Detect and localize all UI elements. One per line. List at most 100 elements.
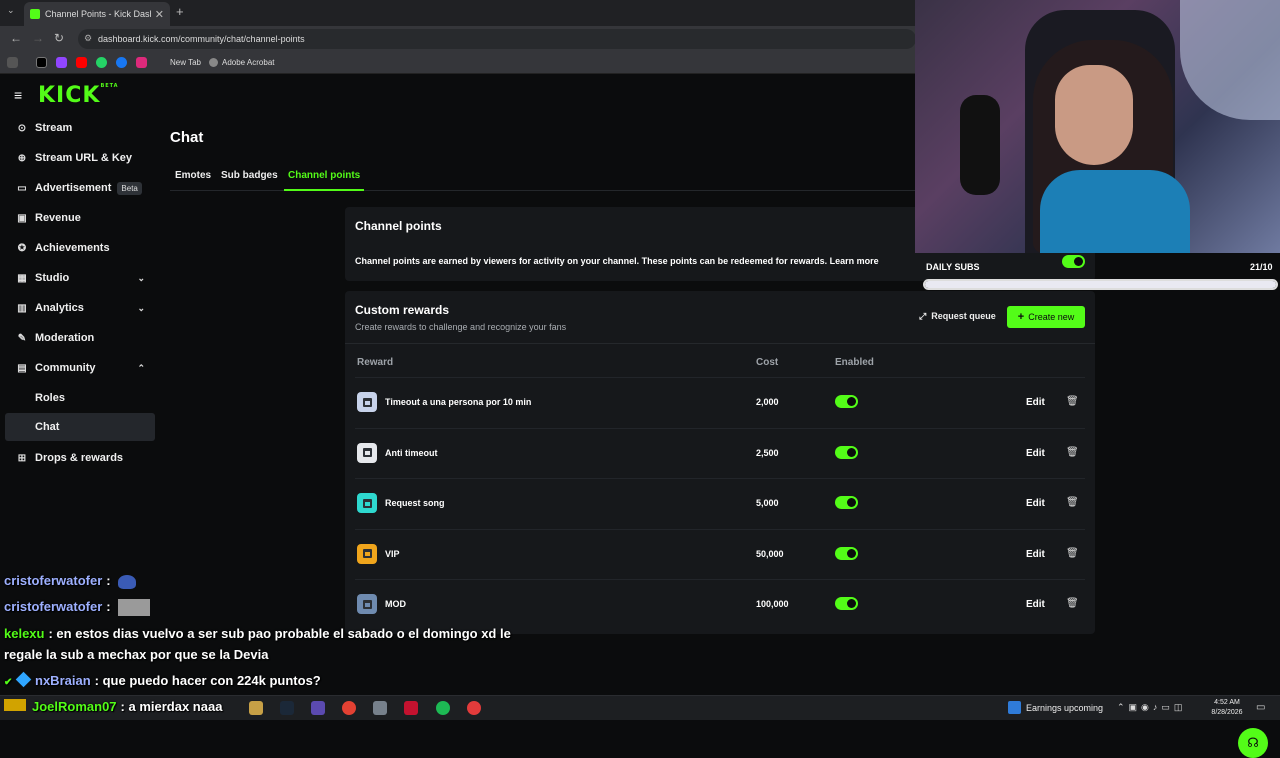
sidebar-item-drops-rewards[interactable]: ⊞ Drops & rewards [5,444,155,472]
chat-message: kelexu: en estos dias vuelvo a ser sub p… [4,626,511,641]
menu-icon[interactable]: ≡ [14,87,22,103]
sidebar-item-label: Revenue [35,212,81,224]
bookmark-adobe-acrobat[interactable]: Adobe Acrobat [222,58,274,67]
tab-channel-points[interactable]: Channel points [288,170,360,181]
support-chat-button[interactable]: ☊ [1238,728,1268,758]
sidebar-item-moderation[interactable]: ✎ Moderation [5,324,155,352]
trash-icon[interactable]: 🗑 [1066,497,1079,508]
sidebar-item-stream-url-key[interactable]: ⊕ Stream URL & Key [5,144,155,172]
bookmark-new-tab[interactable]: New Tab [170,58,201,67]
reward-name: Request song [385,498,445,508]
sidebar-item-chat[interactable]: Chat [5,413,155,441]
sidebar-item-revenue[interactable]: ▣ Revenue [5,204,155,232]
sidebar-item-achievements[interactable]: ✪ Achievements [5,234,155,262]
chat-message: JoelRoman07: a mierdax naaa [4,699,222,714]
custom-rewards-subtitle: Create rewards to challenge and recogniz… [355,322,567,332]
close-tab-icon[interactable]: ✕ [155,8,164,21]
wrench-icon: ✎ [17,332,27,344]
sidebar-item-label: Advertisement [35,182,112,194]
request-queue-button[interactable]: ⤢ Request queue [913,305,1002,327]
trash-icon[interactable]: 🗑 [1066,598,1079,609]
apps-icon[interactable] [7,57,18,68]
reward-enabled-toggle[interactable] [835,496,858,509]
reward-name: Anti timeout [385,447,438,458]
facebook-bookmark-icon[interactable] [116,57,127,68]
edit-button[interactable]: Edit [1026,448,1045,459]
chat-message: ✔ nxBraian: que puedo hacer con 224k pun… [4,671,321,688]
daily-subs-toggle [1062,255,1085,268]
tab-emotes[interactable]: Emotes [175,170,211,181]
reward-enabled-toggle[interactable] [835,395,858,408]
whatsapp-bookmark-icon[interactable] [96,57,107,68]
edit-button[interactable]: Edit [1026,599,1045,610]
reward-enabled-toggle[interactable] [835,445,858,459]
headset-icon: ☊ [1247,735,1259,750]
twitch-bookmark-icon[interactable] [56,57,67,68]
sidebar-item-advertisement[interactable]: ▭ Advertisement Beta [5,174,155,202]
youtube-bookmark-icon[interactable] [76,57,87,68]
new-tab-button[interactable]: + [176,4,184,19]
channel-points-description: Channel points are earned by viewers for… [355,256,879,266]
file-explorer-icon[interactable] [249,701,263,715]
system-tray-icons[interactable]: ⌃▣◉♪▭◫ [1117,702,1186,713]
reload-icon[interactable]: ↻ [54,31,64,45]
obs-icon[interactable] [467,701,481,715]
instagram-bookmark-icon[interactable] [136,57,147,68]
sidebar-item-roles[interactable]: Roles [5,384,155,412]
custom-rewards-title: Custom rewards [355,303,450,317]
tab-sub-badges[interactable]: Sub badges [221,170,278,181]
chat-message-continued: regale la sub a mechax por que se la Dev… [4,647,268,662]
reward-enabled-toggle[interactable] [835,546,858,560]
news-widget-text[interactable]: Earnings upcoming [1026,703,1103,713]
x-bookmark-icon[interactable] [36,57,47,68]
notification-icon[interactable]: ▭ [1256,702,1265,713]
discord-icon[interactable] [311,701,325,715]
app-icon[interactable] [404,701,418,715]
edit-button[interactable]: Edit [1026,397,1045,408]
url-text: dashboard.kick.com/community/chat/channe… [98,34,305,44]
clock-date: 8/28/2026 [1211,709,1243,716]
emote-image-icon [118,599,151,617]
edit-button[interactable]: Edit [1026,498,1045,509]
browser-tab[interactable]: Channel Points - Kick Dashboard ✕ [24,2,170,26]
edit-button[interactable]: Edit [1026,549,1045,560]
sidebar-item-analytics[interactable]: ▥ Analytics ⌄ [5,294,155,322]
sidebar-item-community[interactable]: ▤ Community ⌃ [5,354,155,382]
sidebar-item-stream[interactable]: ⊙ Stream [5,114,155,142]
reward-cost: 2,000 [756,397,779,407]
steam-icon[interactable] [280,701,294,715]
column-header-cost: Cost [756,357,779,368]
kick-logo[interactable]: KICKBETA [38,83,119,108]
column-header-reward: Reward [357,357,394,368]
back-arrow-icon[interactable]: ← [10,31,22,45]
url-field[interactable]: ⚙ dashboard.kick.com/community/chat/chan… [78,29,916,49]
broadcast-icon: ⊙ [17,122,27,134]
verified-badge-icon: ✔ [4,677,13,688]
tab-search-icon[interactable]: ⌄ [7,5,15,16]
sidebar-item-label: Achievements [35,242,110,254]
forward-arrow-icon[interactable]: → [32,31,44,45]
header-divider [345,343,1095,344]
reward-name: MOD [385,599,406,609]
request-queue-label: Request queue [931,311,996,321]
chat-text: : a mierdax naaa [120,699,223,714]
site-info-icon[interactable]: ⚙ [84,33,92,44]
trash-icon[interactable]: 🗑 [1066,548,1079,559]
reward-row: VIP 50,000 Edit 🗑 [355,528,1085,579]
spotify-icon[interactable] [436,701,450,715]
app-icon[interactable] [373,701,387,715]
chrome-icon[interactable] [342,701,356,715]
trash-icon[interactable]: 🗑 [1066,447,1079,458]
chat-text: regale la sub a mechax por que se la Dev… [4,647,269,662]
reward-cost: 2,500 [756,447,779,458]
reward-box-icon [357,493,377,513]
news-widget-icon[interactable] [1008,701,1021,714]
reward-enabled-toggle[interactable] [835,597,858,610]
reward-box-icon [357,392,377,412]
trash-icon[interactable]: 🗑 [1066,396,1079,407]
reward-row: Anti timeout 2,500 Edit 🗑 [355,427,1085,478]
clock[interactable]: 4:52 AM 8/28/2026 [1207,698,1247,718]
create-new-button[interactable]: + Create new [1007,306,1085,328]
chevron-down-icon: ⌄ [137,302,145,313]
sidebar-item-studio[interactable]: ▦ Studio ⌄ [5,264,155,292]
